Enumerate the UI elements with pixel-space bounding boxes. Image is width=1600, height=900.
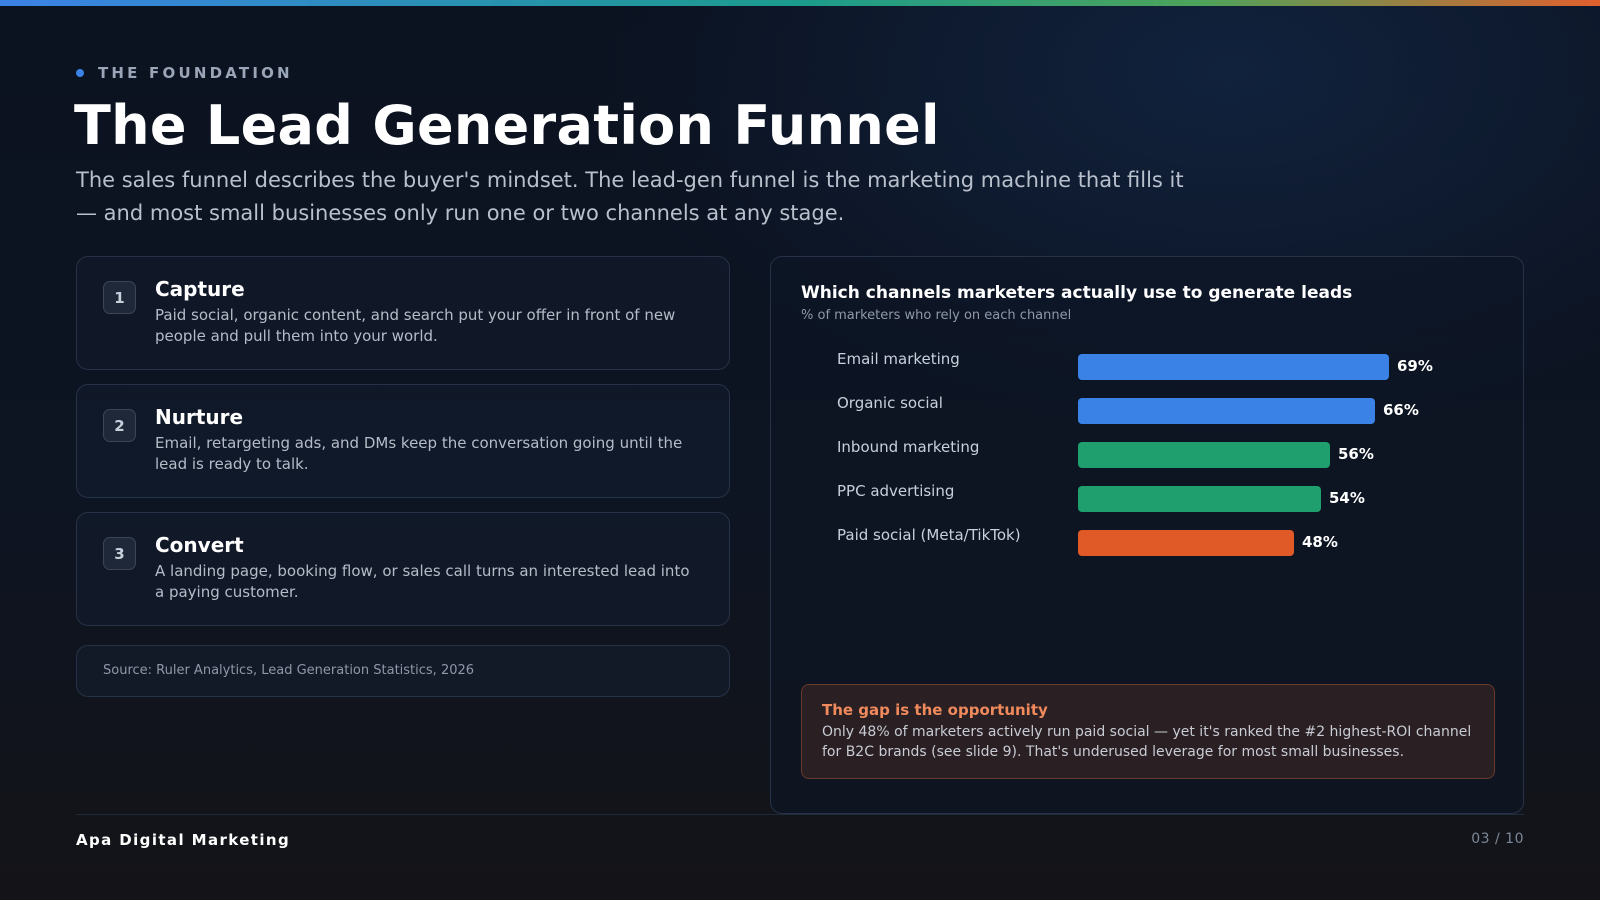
page-title: The Lead Generation Funnel	[74, 94, 940, 157]
chart-value-label: 66%	[1383, 401, 1419, 419]
chart-value-label: 69%	[1397, 357, 1433, 375]
step-title: Nurture	[155, 405, 244, 429]
footer-brand: Apa Digital Marketing	[76, 831, 291, 849]
chart-bar	[1078, 442, 1330, 468]
chart-subtitle: % of marketers who rely on each channel	[801, 308, 1072, 323]
chart-value-label: 48%	[1302, 533, 1338, 551]
chart-row: Inbound marketing 56%	[771, 438, 1525, 468]
chart-row: PPC advertising 54%	[771, 482, 1525, 512]
top-gradient-bar	[0, 0, 1600, 6]
source-text: Source: Ruler Analytics, Lead Generation…	[103, 663, 475, 678]
chart-category-label: Paid social (Meta/TikTok)	[837, 526, 1021, 544]
step-card-convert: 3 Convert A landing page, booking flow, …	[76, 512, 730, 626]
chart-bar	[1078, 398, 1375, 424]
chart-bar	[1078, 354, 1389, 380]
step-description: Email, retargeting ads, and DMs keep the…	[155, 434, 683, 473]
step-number: 1	[103, 281, 136, 314]
step-description: Paid social, organic content, and search…	[155, 306, 676, 345]
opportunity-callout: The gap is the opportunity Only 48% of m…	[801, 684, 1495, 779]
chart-row: Organic social 66%	[771, 394, 1525, 424]
chart-value-label: 56%	[1338, 445, 1374, 463]
step-title: Convert	[155, 533, 244, 557]
footer-divider	[76, 814, 1524, 815]
step-card-capture: 1 Capture Paid social, organic content, …	[76, 256, 730, 370]
step-card-nurture: 2 Nurture Email, retargeting ads, and DM…	[76, 384, 730, 498]
chart-category-label: Email marketing	[837, 350, 960, 368]
step-title: Capture	[155, 277, 245, 301]
step-number: 3	[103, 537, 136, 570]
chart-title: Which channels marketers actually use to…	[801, 283, 1353, 303]
chart-bar	[1078, 486, 1321, 512]
source-box: Source: Ruler Analytics, Lead Generation…	[76, 645, 730, 697]
chart-bar	[1078, 530, 1294, 556]
chart-value-label: 54%	[1329, 489, 1365, 507]
eyebrow: THE FOUNDATION	[76, 64, 293, 82]
page-subtitle: The sales funnel describes the buyer's m…	[76, 168, 1184, 225]
chart-category-label: Inbound marketing	[837, 438, 980, 456]
page-counter: 03 / 10	[1471, 831, 1524, 847]
chart-category-label: Organic social	[837, 394, 943, 412]
chart-category-label: PPC advertising	[837, 482, 955, 500]
chart-row: Email marketing 69%	[771, 350, 1525, 380]
callout-text: Only 48% of marketers actively run paid …	[822, 724, 1472, 760]
eyebrow-label: THE FOUNDATION	[98, 64, 293, 82]
chart-panel: Which channels marketers actually use to…	[770, 256, 1524, 814]
eyebrow-dot-icon	[76, 69, 84, 77]
step-number: 2	[103, 409, 136, 442]
chart-row: Paid social (Meta/TikTok) 48%	[771, 526, 1525, 556]
step-description: A landing page, booking flow, or sales c…	[155, 562, 690, 601]
callout-title: The gap is the opportunity	[822, 701, 1048, 719]
